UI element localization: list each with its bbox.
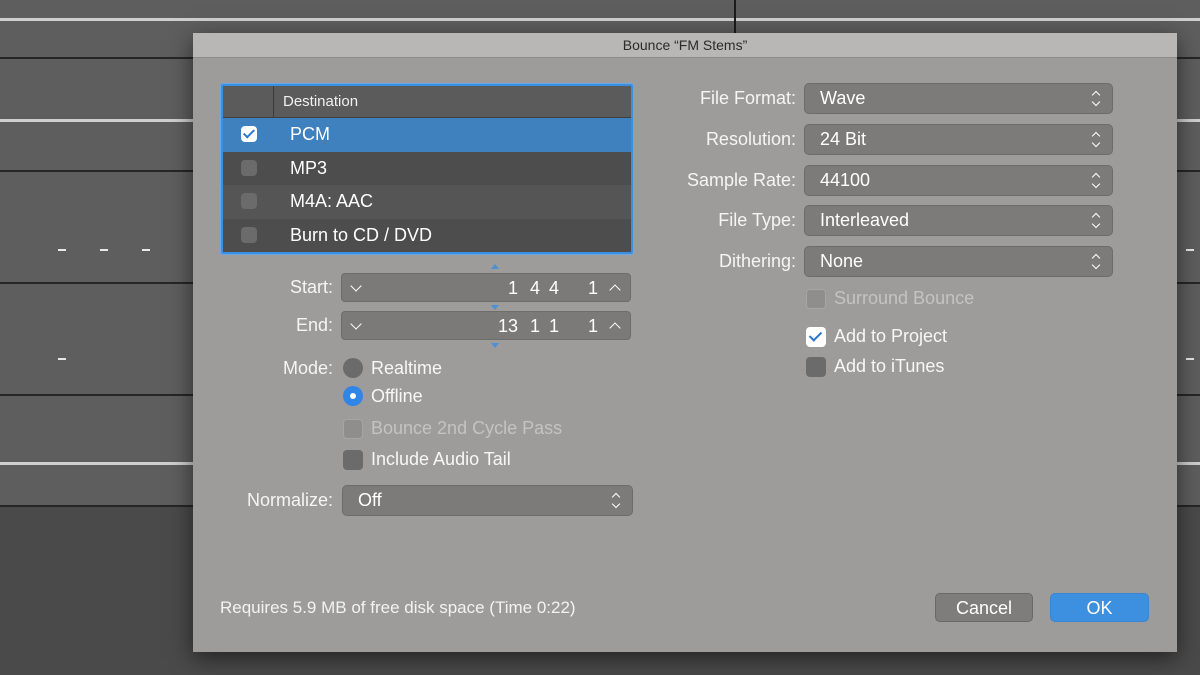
add-to-project-label[interactable]: Add to Project	[834, 326, 947, 347]
sample-rate-value: 44100	[820, 170, 871, 190]
column-separator	[273, 86, 274, 117]
up-down-arrows-icon	[1090, 90, 1102, 108]
file-type-value: Interleaved	[820, 210, 910, 230]
destination-table[interactable]: Destination PCM MP3 M4A: AAC Burn to CD …	[221, 84, 633, 254]
m4a-checkbox[interactable]	[241, 193, 257, 209]
destination-row-m4a[interactable]: M4A: AAC	[223, 185, 631, 219]
sample-rate-label: Sample Rate:	[686, 170, 796, 190]
end-beat: 1	[529, 316, 540, 336]
normalize-value: Off	[358, 490, 382, 510]
offline-radio[interactable]	[343, 386, 363, 406]
dithering-select[interactable]: None	[804, 246, 1113, 277]
destination-row-label: MP3	[290, 157, 328, 178]
end-label: End:	[295, 315, 333, 335]
up-down-arrows-icon	[1090, 253, 1102, 271]
sample-rate-select[interactable]: 44100	[804, 165, 1113, 196]
add-to-project-checkbox[interactable]	[806, 327, 826, 347]
region-dash	[58, 249, 66, 251]
dialog-title: Bounce “FM Stems”	[193, 33, 1177, 58]
realtime-label[interactable]: Realtime	[371, 358, 442, 379]
start-position-field[interactable]: 1 4 4 1	[341, 273, 631, 302]
start-bar: 1	[507, 278, 518, 298]
destination-table-header: Destination	[223, 86, 631, 118]
up-down-arrows-icon	[1090, 212, 1102, 230]
chevron-up-icon[interactable]	[609, 322, 621, 334]
realtime-radio[interactable]	[343, 358, 363, 378]
file-format-value: Wave	[820, 88, 866, 108]
bounce-2nd-cycle-label: Bounce 2nd Cycle Pass	[371, 418, 563, 438]
file-format-select[interactable]: Wave	[804, 83, 1113, 114]
chevron-down-icon[interactable]	[350, 280, 362, 292]
end-bar: 13	[497, 316, 518, 336]
destination-row-mp3[interactable]: MP3	[223, 151, 631, 185]
burn-cd-checkbox[interactable]	[241, 226, 257, 243]
file-format-label: File Format:	[699, 88, 796, 108]
up-down-arrows-icon	[610, 492, 622, 510]
region-dash	[100, 249, 108, 251]
resolution-label: Resolution:	[705, 129, 796, 149]
cancel-button[interactable]: Cancel	[935, 593, 1033, 622]
start-marker-icon	[491, 264, 499, 269]
include-audio-tail-label[interactable]: Include Audio Tail	[371, 449, 511, 470]
end-division: 1	[548, 316, 559, 336]
destination-header-label: Destination	[283, 93, 359, 110]
disk-space-status: Requires 5.9 MB of free disk space (Time…	[220, 598, 576, 617]
destination-row-label: Burn to CD / DVD	[290, 224, 433, 245]
up-down-arrows-icon	[1090, 131, 1102, 149]
normalize-select[interactable]: Off	[342, 485, 633, 516]
destination-row-pcm[interactable]: PCM	[223, 118, 631, 152]
region-dash	[58, 358, 66, 360]
start-tick: 1	[587, 278, 598, 298]
pcm-checkbox[interactable]	[241, 126, 257, 142]
ok-button[interactable]: OK	[1050, 593, 1149, 622]
region-dash	[1186, 249, 1194, 251]
mp3-checkbox[interactable]	[241, 159, 257, 176]
bounce-dialog: Bounce “FM Stems” Destination PCM MP3 M4…	[193, 33, 1177, 652]
destination-row-label: PCM	[290, 124, 330, 144]
destination-row-label: M4A: AAC	[290, 191, 374, 211]
up-down-arrows-icon	[1090, 172, 1102, 190]
mode-label: Mode:	[282, 358, 333, 378]
start-beat: 4	[529, 278, 540, 298]
playhead-line	[734, 0, 736, 34]
surround-bounce-checkbox	[806, 289, 826, 309]
dithering-value: None	[820, 251, 864, 271]
destination-row-burn-cd[interactable]: Burn to CD / DVD	[223, 218, 631, 252]
chevron-down-icon[interactable]	[350, 318, 362, 330]
region-dash	[1186, 358, 1194, 360]
region-dash	[142, 249, 150, 251]
end-tick: 1	[587, 316, 598, 336]
normalize-label: Normalize:	[246, 490, 333, 510]
file-type-label: File Type:	[718, 210, 796, 230]
dithering-label: Dithering:	[718, 251, 796, 271]
track-lane	[0, 0, 1200, 18]
position-marker-icon	[491, 305, 499, 310]
include-audio-tail-checkbox[interactable]	[343, 450, 363, 470]
add-to-itunes-checkbox[interactable]	[806, 357, 826, 377]
end-position-field[interactable]: 13 1 1 1	[341, 311, 631, 340]
start-division: 4	[548, 278, 559, 298]
chevron-up-icon[interactable]	[609, 284, 621, 296]
bounce-2nd-cycle-checkbox	[343, 419, 363, 439]
end-marker-icon	[491, 343, 499, 348]
offline-label[interactable]: Offline	[371, 386, 423, 407]
resolution-value: 24 Bit	[820, 129, 867, 149]
add-to-itunes-label[interactable]: Add to iTunes	[834, 356, 944, 377]
surround-bounce-label: Surround Bounce	[834, 288, 975, 308]
resolution-select[interactable]: 24 Bit	[804, 124, 1113, 155]
start-label: Start:	[289, 277, 333, 297]
file-type-select[interactable]: Interleaved	[804, 205, 1113, 236]
